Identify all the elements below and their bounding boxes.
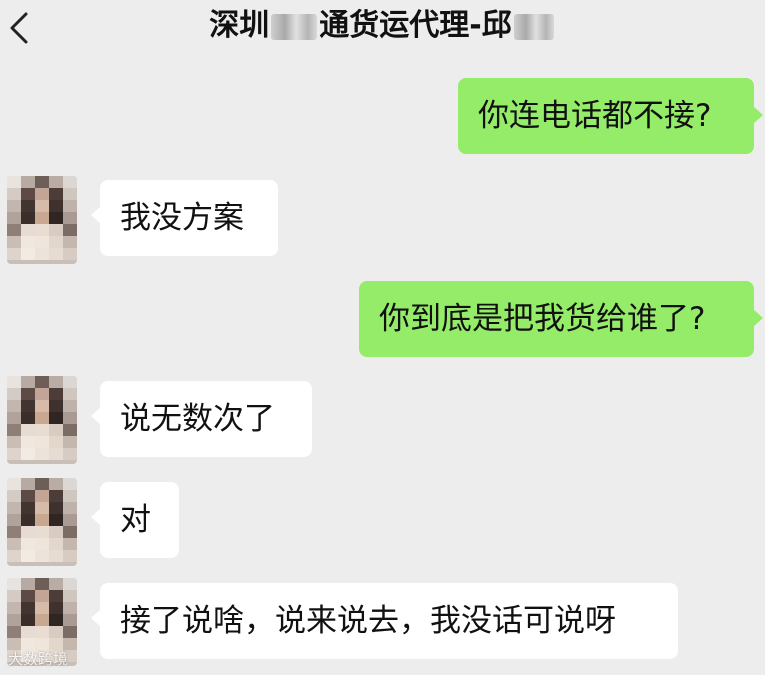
message-bubble-incoming[interactable]: 我没方案: [91, 180, 278, 256]
avatar[interactable]: [7, 376, 77, 464]
chat-title: 深圳 通货运代理-邱: [0, 4, 765, 48]
avatar[interactable]: [7, 478, 77, 566]
message-bubble-outgoing[interactable]: 你连电话都不接?: [458, 78, 763, 154]
message-bubble-incoming[interactable]: 接了说啥，说来说去，我没话可说呀: [91, 583, 678, 659]
watermark-text: 大数跨境: [8, 650, 69, 668]
message-bubble-incoming[interactable]: 对: [91, 482, 179, 558]
redacted-blur: [513, 13, 554, 40]
chat-header: 深圳 通货运代理-邱: [0, 0, 765, 54]
message-text: 你连电话都不接?: [478, 98, 712, 134]
message-bubble-outgoing[interactable]: 你到底是把我货给谁了?: [359, 281, 763, 357]
message-bubble-incoming[interactable]: 说无数次了: [91, 381, 312, 457]
message-text: 说无数次了: [120, 401, 275, 437]
message-text: 我没方案: [120, 200, 244, 236]
avatar[interactable]: [7, 176, 77, 264]
message-text: 对: [120, 502, 151, 538]
redacted-blur: [271, 13, 318, 40]
watermark: 大数跨境: [8, 648, 68, 669]
message-text: 接了说啥，说来说去，我没话可说呀: [120, 603, 616, 639]
message-text: 你到底是把我货给谁了?: [379, 301, 706, 337]
chat-title-prefix: 深圳: [209, 8, 270, 43]
chat-title-middle: 通货运代理-邱: [319, 8, 512, 43]
